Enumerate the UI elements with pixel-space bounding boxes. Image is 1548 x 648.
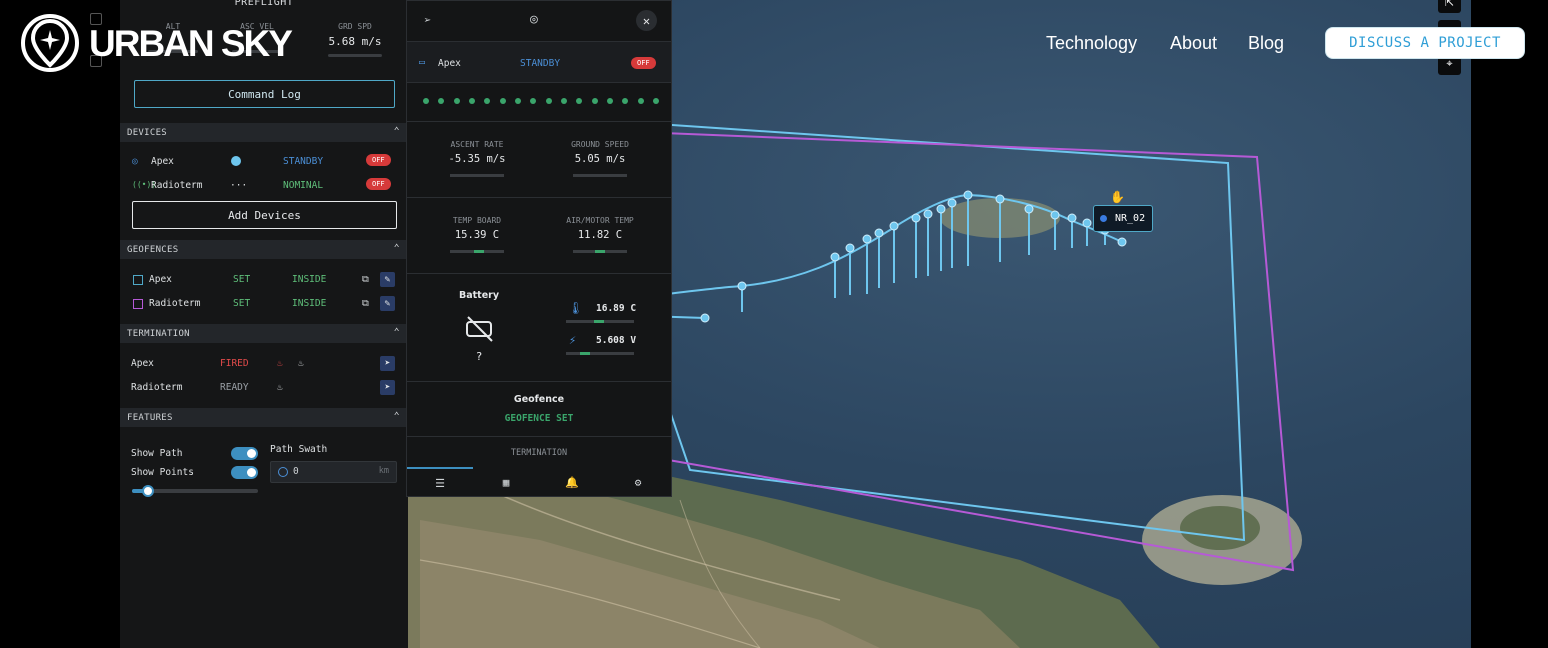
battery-temp-value: 16.89 C <box>596 303 637 314</box>
chevron-up-icon[interactable]: ⌃ <box>394 327 400 338</box>
satellite-icon: ◎ <box>132 156 138 167</box>
termination-row-radioterm[interactable]: Radioterm READY ♨ ➤ <box>120 378 408 398</box>
chevron-up-icon[interactable]: ⌃ <box>394 411 400 422</box>
navigate-icon[interactable]: ➢ <box>424 13 431 27</box>
close-icon[interactable]: ✕ <box>636 10 657 31</box>
devices-section-header[interactable]: DEVICES ⌃ <box>120 123 408 142</box>
preflight-grd-spd: GRD SPD 5.68 m/s <box>320 22 390 57</box>
brand-logo[interactable]: URBAN SKY <box>20 13 293 74</box>
thermometer-icon: 🌡 <box>568 301 584 315</box>
map-layer-icon[interactable]: ⇱ <box>1438 0 1461 13</box>
copy-icon[interactable]: ⧉ <box>362 298 369 309</box>
bell-icon[interactable]: 🔔 <box>539 467 605 497</box>
device-power-toggle[interactable]: OFF <box>366 178 391 190</box>
device-row-apex[interactable]: ◎ Apex STANDBY OFF <box>120 152 408 172</box>
termination-section-header[interactable]: TERMINATION ⌃ <box>120 324 408 343</box>
send-icon[interactable]: ➤ <box>380 380 395 395</box>
brand-name: URBAN SKY <box>89 22 293 64</box>
battery-label: Battery <box>458 290 500 301</box>
device-row-radioterm[interactable]: ((•)) Radioterm ··· NOMINAL OFF <box>120 176 408 196</box>
chevron-up-icon[interactable]: ⌃ <box>394 243 400 254</box>
signal-dots <box>423 98 659 104</box>
popup-tab-bar: ☰ ▦ 🔔 ⚙ <box>407 467 671 497</box>
nav-about[interactable]: About <box>1170 33 1217 54</box>
nav-blog[interactable]: Blog <box>1248 33 1284 54</box>
battery-off-icon <box>466 316 493 342</box>
chevron-up-icon[interactable]: ⌃ <box>394 126 400 137</box>
slider-handle[interactable] <box>142 485 154 497</box>
temp-board-metric: TEMP BOARD 15.39 C <box>417 216 537 253</box>
battery-temp-bar <box>566 320 634 323</box>
geofence-row-apex[interactable]: Apex SET INSIDE ⧉ ✎ <box>120 270 408 290</box>
list-icon[interactable]: ☰ <box>407 467 473 497</box>
copy-icon[interactable]: ⧉ <box>362 274 369 285</box>
chat-icon: ▭ <box>419 57 426 68</box>
geofence-checkbox[interactable] <box>133 275 143 285</box>
gear-icon[interactable]: ⚙ <box>605 467 671 497</box>
geofence-label: Geofence <box>513 394 565 405</box>
ground-speed-metric: GROUND SPEED 5.05 m/s <box>540 140 660 177</box>
flame-outline-icon[interactable]: ♨ <box>277 382 283 393</box>
nav-technology[interactable]: Technology <box>1046 33 1137 54</box>
add-devices-button[interactable]: Add Devices <box>132 201 397 229</box>
pin-logo-icon <box>21 14 79 72</box>
ascent-rate-metric: ASCENT RATE -5.35 m/s <box>417 140 537 177</box>
air-motor-temp-metric: AIR/MOTOR TEMP 11.82 C <box>540 216 660 253</box>
swath-slider[interactable] <box>132 485 258 497</box>
show-path-toggle[interactable] <box>231 447 258 460</box>
path-points <box>700 190 1127 323</box>
more-icon[interactable]: ··· <box>230 180 247 191</box>
preflight-title: PREFLIGHT <box>234 0 294 8</box>
features-section-header[interactable]: FEATURES ⌃ <box>120 408 408 427</box>
command-log-button[interactable]: Command Log <box>134 80 395 108</box>
battery-value: ? <box>475 350 483 363</box>
device-power-toggle[interactable]: OFF <box>366 154 391 166</box>
table-icon[interactable]: ▦ <box>473 467 539 497</box>
target-icon[interactable]: ◎ <box>530 12 538 27</box>
termination-row-apex[interactable]: Apex FIRED ♨ ♨ ➤ <box>120 354 408 374</box>
show-path-label: Show Path <box>131 448 183 459</box>
geofences-section-header[interactable]: GEOFENCES ⌃ <box>120 240 408 259</box>
battery-voltage-value: 5.608 V <box>596 335 637 346</box>
edit-icon[interactable]: ✎ <box>380 296 395 311</box>
map-node-label[interactable]: NR_02 <box>1093 205 1154 232</box>
path-swath-input[interactable]: 0 km <box>270 461 397 483</box>
geofence-checkbox[interactable] <box>133 299 143 309</box>
flame-icon: ♨ <box>277 358 283 369</box>
hand-cursor-icon: ✋ <box>1110 190 1125 204</box>
show-points-toggle[interactable] <box>231 466 258 479</box>
show-points-label: Show Points <box>131 467 194 478</box>
flame-outline-icon[interactable]: ♨ <box>298 358 304 369</box>
telemetry-popup: ➢ ◎ ✕ ▭ Apex STANDBY OFF ASCENT RATE -5.… <box>406 0 672 497</box>
control-panel: PREFLIGHT ALT ASC VEL GRD SPD 5.68 m/s C… <box>120 0 408 648</box>
geofence-status: GEOFENCE SET <box>504 413 574 424</box>
discuss-project-button[interactable]: DISCUSS A PROJECT <box>1325 27 1525 59</box>
battery-voltage-bar <box>566 352 634 355</box>
popup-device-header: ▭ Apex STANDBY OFF <box>407 42 671 82</box>
termination-label: TERMINATION <box>510 448 568 458</box>
geofence-row-radioterm[interactable]: Radioterm SET INSIDE ⧉ ✎ <box>120 294 408 314</box>
devices-heading: DEVICES <box>127 127 168 138</box>
popup-power-toggle[interactable]: OFF <box>631 57 656 69</box>
lightning-icon: ⚡ <box>569 333 577 347</box>
send-icon[interactable]: ➤ <box>380 356 395 371</box>
device-color-dot <box>231 156 241 166</box>
edit-icon[interactable]: ✎ <box>380 272 395 287</box>
circle-icon <box>278 467 288 477</box>
path-swath-label: Path Swath <box>270 444 328 455</box>
